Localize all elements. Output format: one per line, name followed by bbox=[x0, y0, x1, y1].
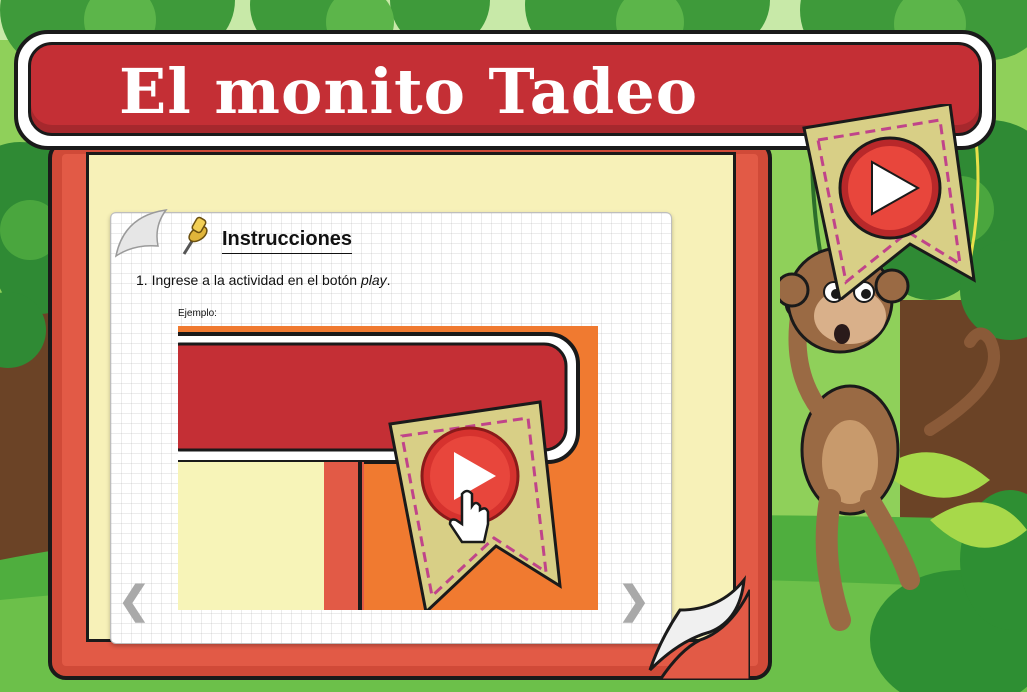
play-button[interactable] bbox=[800, 104, 978, 300]
step-1-prefix: 1. Ingrese a la actividad en el botón bbox=[136, 272, 361, 288]
example-image bbox=[178, 326, 598, 610]
app-title: El monito Tadeo bbox=[119, 55, 699, 128]
page-curl-icon bbox=[648, 575, 750, 680]
step-1-suffix: . bbox=[386, 272, 391, 288]
example-label: Ejemplo: bbox=[178, 308, 217, 319]
previous-page-button[interactable]: ❮ bbox=[118, 582, 150, 620]
instructions-heading: Instrucciones bbox=[222, 228, 353, 254]
instruction-step-1: 1. Ingrese a la actividad en el botón pl… bbox=[136, 272, 391, 288]
curled-paper-corner bbox=[114, 209, 168, 258]
step-1-emphasis: play bbox=[360, 272, 387, 288]
pushpin-icon bbox=[182, 216, 208, 255]
example-illustration bbox=[178, 326, 598, 610]
